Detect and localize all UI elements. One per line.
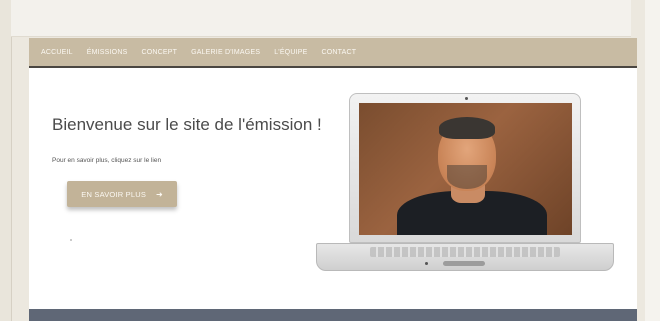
hero-section: Bienvenue sur le site de l'émission ! Po… bbox=[29, 68, 637, 309]
photo-hair bbox=[439, 117, 495, 139]
host-photo bbox=[359, 103, 572, 235]
laptop-trackpad bbox=[443, 261, 485, 266]
browser-frame-top bbox=[11, 0, 631, 37]
page-right-strip bbox=[645, 0, 660, 321]
learn-more-button[interactable]: EN SAVOIR PLUS ➜ bbox=[67, 181, 177, 207]
laptop-screen-bezel bbox=[349, 93, 581, 243]
nav-item-contact[interactable]: CONTACT bbox=[321, 49, 356, 56]
laptop-keyboard bbox=[370, 247, 560, 257]
footer-bar bbox=[29, 309, 637, 321]
nav-item-concept[interactable]: CONCEPT bbox=[141, 49, 177, 56]
nav-item-equipe[interactable]: L'ÉQUIPE bbox=[274, 49, 307, 56]
laptop-base bbox=[316, 243, 614, 271]
laptop-image bbox=[314, 88, 619, 284]
laptop-led bbox=[425, 262, 428, 265]
main-nav: ACCUEIL ÉMISSIONS CONCEPT GALERIE D'IMAG… bbox=[29, 38, 637, 68]
photo-beard bbox=[447, 165, 487, 189]
learn-more-label: EN SAVOIR PLUS bbox=[81, 189, 147, 199]
page-title: Bienvenue sur le site de l'émission ! bbox=[52, 115, 322, 135]
browser-frame-left bbox=[0, 0, 12, 321]
laptop-camera bbox=[465, 97, 468, 100]
arrow-right-icon: ➜ bbox=[156, 189, 163, 199]
nav-item-accueil[interactable]: ACCUEIL bbox=[41, 49, 73, 56]
decorative-dot bbox=[70, 239, 72, 241]
hero-subtitle: Pour en savoir plus, cliquez sur le lien bbox=[52, 156, 162, 164]
nav-item-galerie[interactable]: GALERIE D'IMAGES bbox=[191, 49, 260, 56]
nav-item-emissions[interactable]: ÉMISSIONS bbox=[87, 49, 128, 56]
